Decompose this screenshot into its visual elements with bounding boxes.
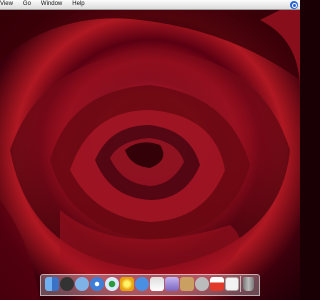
dock-item-trash[interactable] (241, 275, 256, 293)
rose-image (0, 0, 300, 300)
ichat-icon (134, 277, 149, 291)
preview-icon (225, 277, 240, 291)
desktop-wallpaper (0, 0, 300, 300)
menu-go[interactable]: Go (18, 0, 36, 9)
dock-item-itunes[interactable] (104, 275, 119, 293)
menubar-status-area (290, 0, 300, 9)
dock-item-iphoto[interactable] (119, 275, 134, 293)
iphoto-icon (119, 277, 134, 291)
dock-item-mail[interactable] (74, 275, 89, 293)
dock-item-imovie[interactable] (165, 275, 180, 293)
menu-view[interactable]: View (0, 0, 18, 9)
menu-help[interactable]: Help (67, 0, 89, 9)
mail-icon (74, 277, 89, 291)
addressbook-icon (180, 277, 195, 291)
sherlock-icon (195, 277, 210, 291)
dock-item-ical[interactable] (149, 275, 164, 293)
dock-item-textedit[interactable] (210, 275, 225, 293)
ical-icon (149, 277, 164, 291)
safari-icon (89, 277, 104, 291)
dock (40, 274, 260, 296)
trash-icon (242, 277, 254, 291)
dock-item-safari[interactable] (89, 275, 104, 293)
imovie-icon (165, 277, 179, 291)
dock-item-sherlock[interactable] (195, 275, 210, 293)
dock-item-preview[interactable] (225, 275, 240, 293)
textedit-icon (210, 277, 225, 291)
dashboard-icon (59, 277, 74, 291)
menu-bar: View Go Window Help (0, 0, 300, 10)
finder-icon (44, 277, 59, 291)
dock-item-finder[interactable] (44, 275, 59, 293)
itunes-icon (104, 277, 119, 291)
dock-item-addressbook[interactable] (180, 275, 195, 293)
dock-item-ichat[interactable] (134, 275, 149, 293)
spotlight-icon[interactable] (290, 0, 298, 9)
dock-item-dashboard[interactable] (59, 275, 74, 293)
menu-window[interactable]: Window (36, 0, 67, 9)
